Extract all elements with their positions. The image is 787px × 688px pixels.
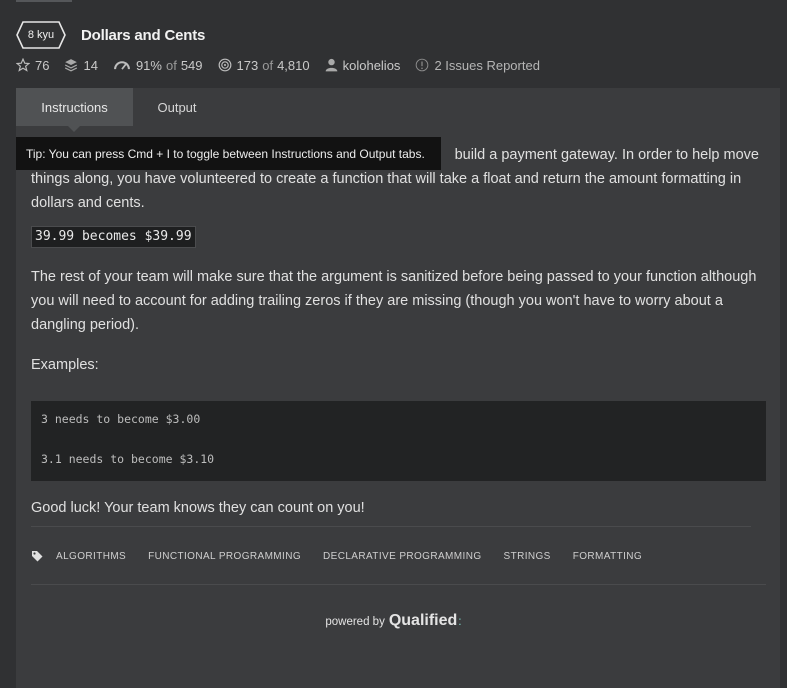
tag-algorithms[interactable]: ALGORITHMS <box>56 551 126 562</box>
satisfaction-pct: 91% <box>135 57 162 73</box>
description-line: dollars and cents. <box>31 195 145 211</box>
powered-by-qualified[interactable]: powered by Qualified : <box>0 612 787 630</box>
collections-count: 14 <box>83 57 98 73</box>
rank-label: 8 kyu <box>27 29 55 41</box>
issues-count: 2 Issues Reported <box>434 57 540 73</box>
satisfaction-votes: 549 <box>180 57 203 73</box>
top-accent-line <box>16 0 72 2</box>
rank-badge: 8 kyu <box>16 21 66 49</box>
keyboard-tip-tooltip: Tip: You can press Cmd + I to toggle bet… <box>16 137 441 170</box>
completed-stat: 173 of 4,810 <box>218 58 310 73</box>
tag-declarative-programming[interactable]: DECLARATIVE PROGRAMMING <box>323 551 481 562</box>
satisfaction-stat: 91% of 549 <box>113 58 203 73</box>
star-icon <box>16 58 30 72</box>
completed-total: 4,810 <box>277 57 310 73</box>
tag-formatting[interactable]: FORMATTING <box>573 551 642 562</box>
description-line: dangling period). <box>31 317 140 333</box>
closing-paragraph-wrapper: Good luck! Your team knows they can coun… <box>31 496 769 520</box>
target-icon <box>218 58 231 72</box>
qualified-logo: Qualified <box>388 612 458 629</box>
kata-header: 8 kyu Dollars and Cents <box>16 20 787 50</box>
closing-line: Good luck! Your team knows they can coun… <box>31 500 365 516</box>
of-label: of <box>262 57 274 73</box>
tab-output[interactable]: Output <box>133 88 221 126</box>
powered-by-label: powered by <box>325 616 385 628</box>
tag-functional-programming[interactable]: FUNCTIONAL PROGRAMMING <box>148 551 301 562</box>
kata-description: build a payment gateway. In order to hel… <box>31 143 769 377</box>
kata-title[interactable]: Dollars and Cents <box>81 27 205 44</box>
code-block: 3 needs to become $3.00 3.1 needs to bec… <box>31 401 766 481</box>
examples-label: Examples: <box>31 357 99 373</box>
tag-list: ALGORITHMS FUNCTIONAL PROGRAMMING DECLAR… <box>31 546 664 566</box>
completed-count: 173 <box>236 57 259 73</box>
stars-stat[interactable]: 76 <box>16 58 49 73</box>
kata-stats: 76 14 91% of 549 173 of 4,810 kolohelios… <box>16 56 555 74</box>
user-icon <box>325 58 337 72</box>
of-label: of <box>165 57 177 73</box>
issues-stat[interactable]: 2 Issues Reported <box>415 58 540 73</box>
speedometer-icon <box>113 61 130 70</box>
author-name: kolohelios <box>342 57 401 73</box>
code-line: 3.1 needs to become $3.10 <box>41 452 215 466</box>
collections-stat[interactable]: 14 <box>64 57 98 73</box>
code-line: 3 needs to become $3.00 <box>41 412 201 426</box>
qualified-logo-dots: : <box>458 614 462 628</box>
layers-icon <box>65 59 78 72</box>
inline-code-example: 39.99 becomes $39.99 <box>31 226 196 248</box>
tags-divider-top <box>31 526 751 527</box>
tag-icon <box>31 550 43 562</box>
tab-bar: Instructions Output <box>16 88 780 132</box>
active-tab-indicator <box>68 126 80 132</box>
tag-strings[interactable]: STRINGS <box>504 551 551 562</box>
description-line: you will need to account for adding trai… <box>31 293 723 309</box>
tags-divider-bottom <box>31 584 766 585</box>
description-line: The rest of your team will make sure tha… <box>31 269 757 285</box>
tab-instructions[interactable]: Instructions <box>16 88 133 126</box>
issue-icon <box>416 58 429 72</box>
author-stat[interactable]: kolohelios <box>325 57 401 73</box>
stars-count: 76 <box>35 57 50 73</box>
description-line: things along, you have volunteered to cr… <box>31 171 742 187</box>
